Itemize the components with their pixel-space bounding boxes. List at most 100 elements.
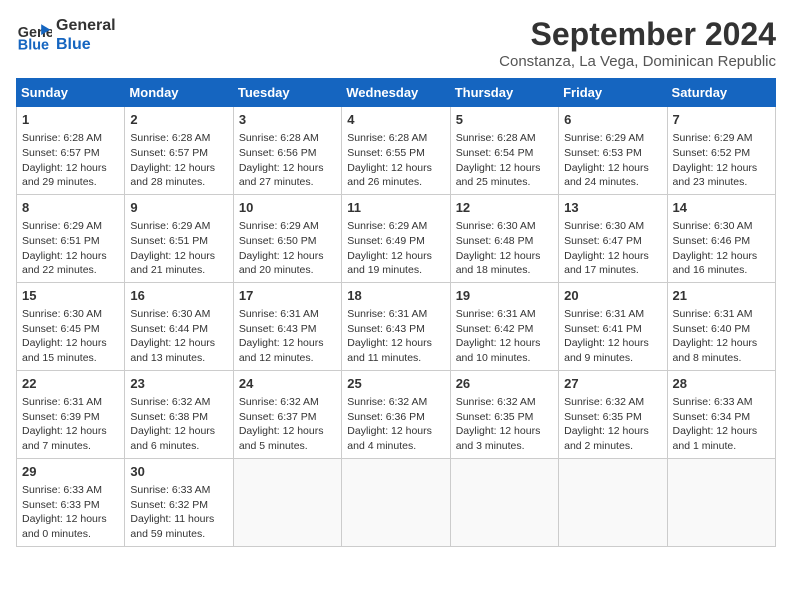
day-info: Sunrise: 6:29 AM Sunset: 6:53 PM Dayligh…: [564, 131, 661, 190]
day-number: 12: [456, 199, 553, 217]
day-number: 18: [347, 287, 444, 305]
day-cell-29: 29 Sunrise: 6:33 AM Sunset: 6:33 PM Dayli…: [17, 458, 125, 546]
empty-cell: [667, 458, 775, 546]
logo-icon: General Blue: [16, 17, 52, 53]
day-cell-17: 17 Sunrise: 6:31 AM Sunset: 6:43 PM Dayli…: [233, 282, 341, 370]
day-info: Sunrise: 6:30 AM Sunset: 6:46 PM Dayligh…: [673, 219, 770, 278]
day-cell-1: 1Sunrise: 6:28 AM Sunset: 6:57 PM Daylig…: [17, 107, 125, 195]
day-number: 3: [239, 111, 336, 129]
day-info: Sunrise: 6:29 AM Sunset: 6:50 PM Dayligh…: [239, 219, 336, 278]
day-number: 10: [239, 199, 336, 217]
day-cell-25: 25 Sunrise: 6:32 AM Sunset: 6:36 PM Dayli…: [342, 370, 450, 458]
day-cell-18: 18 Sunrise: 6:31 AM Sunset: 6:43 PM Dayli…: [342, 282, 450, 370]
weekday-header-thursday: Thursday: [450, 79, 558, 107]
day-cell-2: 2Sunrise: 6:28 AM Sunset: 6:57 PM Daylig…: [125, 107, 233, 195]
day-cell-23: 23 Sunrise: 6:32 AM Sunset: 6:38 PM Dayli…: [125, 370, 233, 458]
day-number: 22: [22, 375, 119, 393]
day-cell-22: 22 Sunrise: 6:31 AM Sunset: 6:39 PM Dayli…: [17, 370, 125, 458]
day-info: Sunrise: 6:28 AM Sunset: 6:54 PM Dayligh…: [456, 131, 553, 190]
day-number: 26: [456, 375, 553, 393]
day-info: Sunrise: 6:33 AM Sunset: 6:33 PM Dayligh…: [22, 483, 119, 542]
location-subtitle: Constanza, La Vega, Dominican Republic: [499, 53, 776, 70]
day-info: Sunrise: 6:32 AM Sunset: 6:35 PM Dayligh…: [456, 395, 553, 454]
day-cell-5: 5 Sunrise: 6:28 AM Sunset: 6:54 PM Daylig…: [450, 107, 558, 195]
day-cell-14: 14 Sunrise: 6:30 AM Sunset: 6:46 PM Dayli…: [667, 194, 775, 282]
week-row-3: 15 Sunrise: 6:30 AM Sunset: 6:45 PM Dayli…: [17, 282, 776, 370]
day-cell-24: 24 Sunrise: 6:32 AM Sunset: 6:37 PM Dayli…: [233, 370, 341, 458]
day-number: 17: [239, 287, 336, 305]
day-info: Sunrise: 6:32 AM Sunset: 6:38 PM Dayligh…: [130, 395, 227, 454]
header: General Blue General Blue September 2024…: [16, 16, 776, 70]
day-info: Sunrise: 6:32 AM Sunset: 6:36 PM Dayligh…: [347, 395, 444, 454]
day-info: Sunrise: 6:28 AM Sunset: 6:56 PM Dayligh…: [239, 131, 336, 190]
day-number: 23: [130, 375, 227, 393]
day-number: 19: [456, 287, 553, 305]
empty-cell: [559, 458, 667, 546]
day-cell-8: 8Sunrise: 6:29 AM Sunset: 6:51 PM Daylig…: [17, 194, 125, 282]
day-info: Sunrise: 6:33 AM Sunset: 6:34 PM Dayligh…: [673, 395, 770, 454]
day-info: Sunrise: 6:30 AM Sunset: 6:48 PM Dayligh…: [456, 219, 553, 278]
empty-cell: [233, 458, 341, 546]
day-cell-10: 10 Sunrise: 6:29 AM Sunset: 6:50 PM Dayli…: [233, 194, 341, 282]
day-info: Sunrise: 6:31 AM Sunset: 6:42 PM Dayligh…: [456, 307, 553, 366]
day-info: Sunrise: 6:29 AM Sunset: 6:52 PM Dayligh…: [673, 131, 770, 190]
day-cell-4: 4 Sunrise: 6:28 AM Sunset: 6:55 PM Daylig…: [342, 107, 450, 195]
day-number: 6: [564, 111, 661, 129]
day-number: 14: [673, 199, 770, 217]
weekday-header-friday: Friday: [559, 79, 667, 107]
day-info: Sunrise: 6:31 AM Sunset: 6:43 PM Dayligh…: [347, 307, 444, 366]
day-number: 11: [347, 199, 444, 217]
day-info: Sunrise: 6:30 AM Sunset: 6:45 PM Dayligh…: [22, 307, 119, 366]
day-cell-13: 13 Sunrise: 6:30 AM Sunset: 6:47 PM Dayli…: [559, 194, 667, 282]
day-info: Sunrise: 6:30 AM Sunset: 6:44 PM Dayligh…: [130, 307, 227, 366]
day-cell-6: 6 Sunrise: 6:29 AM Sunset: 6:53 PM Daylig…: [559, 107, 667, 195]
day-number: 29: [22, 463, 119, 481]
day-cell-28: 28 Sunrise: 6:33 AM Sunset: 6:34 PM Dayli…: [667, 370, 775, 458]
day-number: 7: [673, 111, 770, 129]
calendar: SundayMondayTuesdayWednesdayThursdayFrid…: [16, 78, 776, 547]
day-cell-27: 27Sunrise: 6:32 AM Sunset: 6:35 PM Dayli…: [559, 370, 667, 458]
weekday-header-wednesday: Wednesday: [342, 79, 450, 107]
day-number: 24: [239, 375, 336, 393]
day-number: 2: [130, 111, 227, 129]
day-number: 20: [564, 287, 661, 305]
logo-blue: Blue: [56, 35, 116, 54]
week-row-5: 29 Sunrise: 6:33 AM Sunset: 6:33 PM Dayli…: [17, 458, 776, 546]
day-number: 13: [564, 199, 661, 217]
logo-general: General: [56, 16, 116, 35]
day-number: 9: [130, 199, 227, 217]
weekday-header-monday: Monday: [125, 79, 233, 107]
day-number: 30: [130, 463, 227, 481]
day-number: 5: [456, 111, 553, 129]
day-number: 8: [22, 199, 119, 217]
day-info: Sunrise: 6:32 AM Sunset: 6:37 PM Dayligh…: [239, 395, 336, 454]
day-info: Sunrise: 6:31 AM Sunset: 6:40 PM Dayligh…: [673, 307, 770, 366]
weekday-header-saturday: Saturday: [667, 79, 775, 107]
day-cell-11: 11 Sunrise: 6:29 AM Sunset: 6:49 PM Dayli…: [342, 194, 450, 282]
day-number: 1: [22, 111, 119, 129]
weekday-header-row: SundayMondayTuesdayWednesdayThursdayFrid…: [17, 79, 776, 107]
day-number: 4: [347, 111, 444, 129]
day-info: Sunrise: 6:31 AM Sunset: 6:39 PM Dayligh…: [22, 395, 119, 454]
day-cell-19: 19 Sunrise: 6:31 AM Sunset: 6:42 PM Dayli…: [450, 282, 558, 370]
weekday-header-tuesday: Tuesday: [233, 79, 341, 107]
day-info: Sunrise: 6:29 AM Sunset: 6:49 PM Dayligh…: [347, 219, 444, 278]
day-cell-15: 15 Sunrise: 6:30 AM Sunset: 6:45 PM Dayli…: [17, 282, 125, 370]
logo: General Blue General Blue: [16, 16, 116, 54]
day-number: 16: [130, 287, 227, 305]
empty-cell: [450, 458, 558, 546]
week-row-1: 1Sunrise: 6:28 AM Sunset: 6:57 PM Daylig…: [17, 107, 776, 195]
week-row-4: 22 Sunrise: 6:31 AM Sunset: 6:39 PM Dayli…: [17, 370, 776, 458]
day-info: Sunrise: 6:30 AM Sunset: 6:47 PM Dayligh…: [564, 219, 661, 278]
day-info: Sunrise: 6:28 AM Sunset: 6:55 PM Dayligh…: [347, 131, 444, 190]
day-number: 15: [22, 287, 119, 305]
month-title: September 2024: [499, 16, 776, 53]
day-cell-3: 3 Sunrise: 6:28 AM Sunset: 6:56 PM Daylig…: [233, 107, 341, 195]
day-cell-21: 21Sunrise: 6:31 AM Sunset: 6:40 PM Dayli…: [667, 282, 775, 370]
weekday-header-sunday: Sunday: [17, 79, 125, 107]
day-info: Sunrise: 6:31 AM Sunset: 6:43 PM Dayligh…: [239, 307, 336, 366]
day-info: Sunrise: 6:32 AM Sunset: 6:35 PM Dayligh…: [564, 395, 661, 454]
day-cell-26: 26 Sunrise: 6:32 AM Sunset: 6:35 PM Dayli…: [450, 370, 558, 458]
day-number: 25: [347, 375, 444, 393]
day-number: 28: [673, 375, 770, 393]
